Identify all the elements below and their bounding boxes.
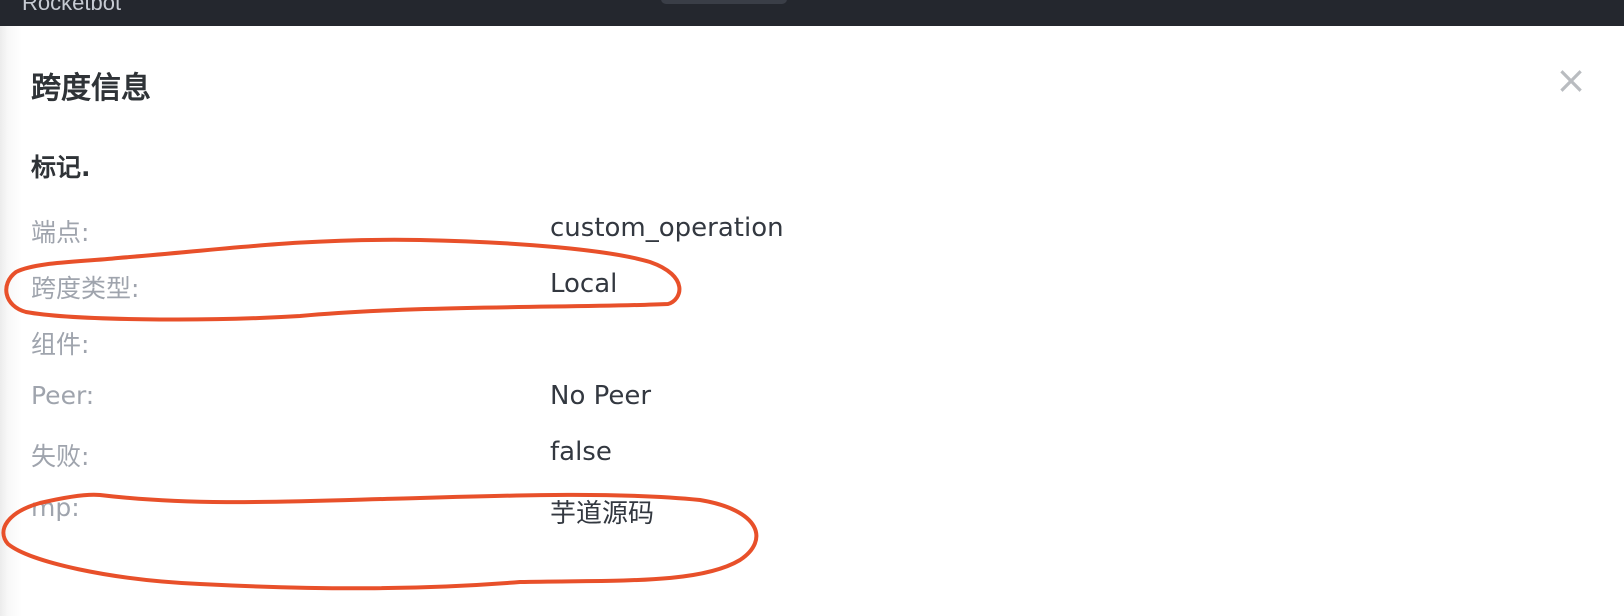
detail-row-error: 失败: false (31, 437, 1031, 473)
detail-label: 失败: (31, 442, 90, 471)
top-bar: Rocketbot (0, 0, 1624, 26)
section-title-tags: 标记. (31, 153, 91, 182)
detail-value: Local (550, 269, 618, 299)
detail-label: mp: (31, 493, 80, 522)
modal-title: 跨度信息 (31, 71, 151, 106)
detail-row-endpoint: 端点: custom_operation (31, 213, 1031, 249)
detail-value: custom_operation (550, 213, 784, 243)
detail-label: 端点: (31, 218, 90, 247)
detail-row-peer: Peer: No Peer (31, 381, 1031, 417)
detail-label: Peer: (31, 381, 95, 410)
detail-label: 跨度类型: (31, 274, 140, 303)
detail-value: false (550, 437, 612, 467)
app-name: Rocketbot (22, 0, 122, 15)
span-info-modal: 跨度信息 × 标记. 端点: custom_operation 跨度类型: Lo… (0, 26, 1624, 616)
detail-row-span-type: 跨度类型: Local (31, 269, 1031, 305)
detail-label: 组件: (31, 330, 90, 359)
detail-row-component: 组件: (31, 325, 1031, 361)
close-icon[interactable]: × (1553, 61, 1589, 99)
detail-value: 芋道源码 (550, 499, 655, 529)
detail-value: No Peer (550, 381, 652, 411)
top-bar-tab[interactable] (661, 0, 787, 4)
detail-row-mp: mp: 芋道源码 (31, 493, 1031, 529)
